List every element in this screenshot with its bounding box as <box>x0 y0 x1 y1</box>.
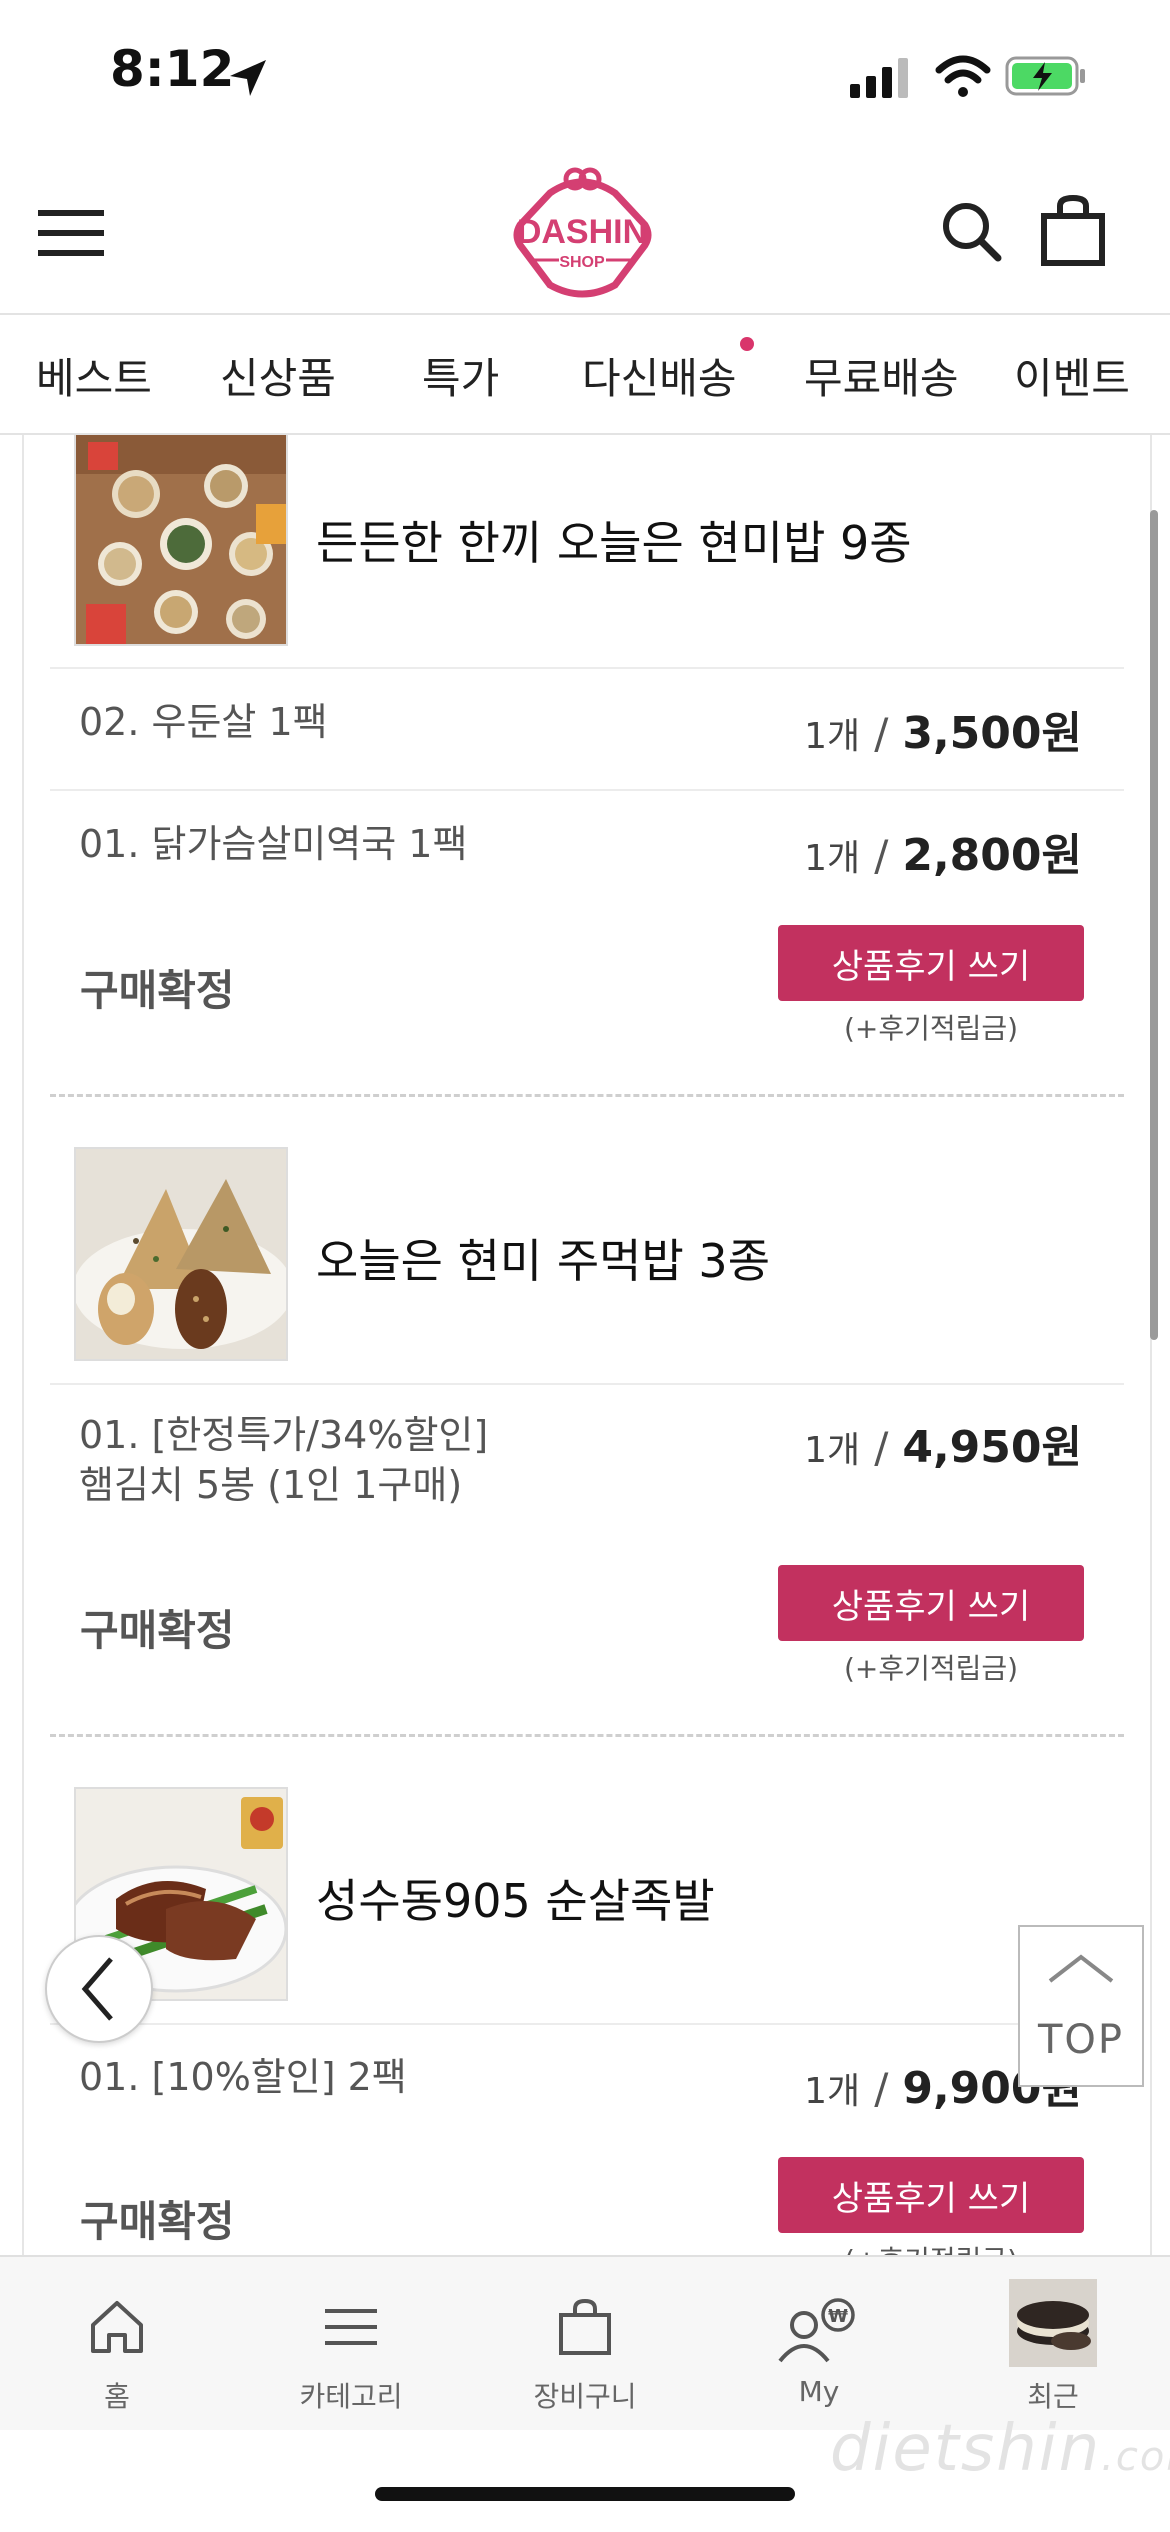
option-name-line2: 햄김치 5봉 (1인 1구매) <box>79 1463 463 1507</box>
tab-free-shipping[interactable]: 무료배송 <box>804 345 959 406</box>
tab-new[interactable]: 신상품 <box>220 345 336 406</box>
recent-product-thumbnail <box>1009 2279 1097 2367</box>
order-list: 든든한 한끼 오늘은 현미밥 9종 02. 우둔살 1팩 1개 / 3,500원 0… <box>22 435 1152 2255</box>
chevron-left-icon <box>81 1957 113 2021</box>
option-price: 1개 / 2,800원 <box>804 819 1082 883</box>
nav-home-label: 홈 <box>104 2380 130 2413</box>
option-amount: 3,500원 <box>902 708 1082 759</box>
back-button[interactable] <box>45 1935 153 2043</box>
tab-dashin-delivery[interactable]: 다신배송 <box>582 345 737 406</box>
review-reward-note: (+후기적립금) <box>843 1652 1019 1685</box>
nav-recent[interactable]: 최근 <box>936 2257 1170 2432</box>
option-amount: 2,800원 <box>902 830 1082 881</box>
item-divider <box>50 1383 1124 1385</box>
watermark-suffix: .com <box>1101 2434 1170 2480</box>
price-separator: / <box>874 1423 889 1472</box>
tab-event[interactable]: 이벤트 <box>1014 345 1130 406</box>
watermark: dietshin.com <box>830 2412 1170 2486</box>
home-indicator[interactable] <box>375 2487 795 2501</box>
option-price: 1개 / 4,950원 <box>804 1411 1082 1475</box>
nav-cart-label: 장비구니 <box>533 2380 637 2413</box>
purchase-confirmed-label: 구매확정 <box>80 2197 235 2246</box>
option-name: 01. [한정특가/34%할인] <box>79 1413 489 1457</box>
tab-best[interactable]: 베스트 <box>36 345 152 406</box>
battery-charging-icon <box>1005 56 1085 96</box>
location-arrow-icon <box>230 60 266 96</box>
review-reward-note: (+후기적립금) <box>778 2239 1084 2255</box>
wifi-icon <box>935 55 991 97</box>
order-separator <box>50 1734 1124 1737</box>
option-amount: 4,950원 <box>902 1422 1082 1473</box>
nav-home[interactable]: 홈 <box>0 2257 234 2432</box>
app-header: DASHIN SHOP <box>0 150 1170 315</box>
new-indicator-dot <box>740 337 754 351</box>
scrollbar[interactable] <box>1150 510 1158 1340</box>
option-name: 02. 우둔살 1팩 <box>79 700 328 744</box>
option-qty: 1개 <box>804 2071 861 2112</box>
top-label: TOP <box>1037 2017 1125 2063</box>
scroll-top-button[interactable]: TOP <box>1018 1925 1144 2087</box>
category-tabs: 베스트 신상품 특가 다신배송 무료배송 이벤트 <box>0 315 1170 435</box>
purchase-confirmed-label: 구매확정 <box>80 966 235 1015</box>
hamburger-menu-icon[interactable] <box>38 208 104 258</box>
option-name: 01. 닭가슴살미역국 1팩 <box>79 822 468 866</box>
item-divider <box>50 667 1124 669</box>
user-won-icon: ₩ <box>778 2298 855 2363</box>
price-separator: / <box>874 2064 889 2113</box>
shopping-bag-icon[interactable] <box>1040 194 1106 266</box>
write-review-button[interactable]: 상품후기 쓰기 <box>778 1565 1084 1641</box>
status-bar: 8:12 <box>0 0 1170 150</box>
bag-icon <box>559 2298 611 2355</box>
product-image[interactable] <box>74 1147 288 1361</box>
dashin-shop-logo[interactable]: DASHIN SHOP <box>505 165 660 305</box>
nav-my-label: My <box>798 2375 840 2408</box>
option-qty: 1개 <box>804 838 861 879</box>
product-title[interactable]: 든든한 한끼 오늘은 현미밥 9종 <box>316 507 912 573</box>
logo-subtext: SHOP <box>559 254 605 271</box>
status-time: 8:12 <box>110 40 235 98</box>
item-divider <box>50 2023 1124 2025</box>
write-review-button[interactable]: 상품후기 쓰기 <box>778 2157 1084 2233</box>
review-reward-note: (+후기적립금) <box>843 1012 1019 1045</box>
option-qty: 1개 <box>804 716 861 757</box>
nav-cart[interactable]: 장비구니 <box>468 2257 702 2432</box>
nav-recent-label: 최근 <box>1027 2380 1079 2413</box>
bottom-navigation: 홈 카테고리 장비구니 ₩ My 최근 <box>0 2255 1170 2430</box>
write-review-button[interactable]: 상품후기 쓰기 <box>778 925 1084 1001</box>
price-separator: / <box>874 709 889 758</box>
order-separator <box>50 1094 1124 1097</box>
nav-category-label: 카테고리 <box>299 2380 403 2413</box>
logo-text: DASHIN <box>517 213 647 251</box>
svg-text:₩: ₩ <box>828 2306 848 2327</box>
watermark-text: dietshin <box>830 2412 1102 2486</box>
purchase-confirmed-label: 구매확정 <box>80 1606 235 1655</box>
menu-icon <box>325 2309 377 2345</box>
nav-category[interactable]: 카테고리 <box>234 2257 468 2432</box>
price-separator: / <box>874 831 889 880</box>
tab-special[interactable]: 특가 <box>422 345 499 406</box>
product-image[interactable] <box>74 435 288 646</box>
option-name: 01. [10%할인] 2팩 <box>79 2055 407 2099</box>
product-title[interactable]: 성수동905 순살족발 <box>316 1865 715 1931</box>
item-divider <box>50 789 1124 791</box>
cellular-signal-icon <box>850 58 908 98</box>
home-icon <box>91 2301 143 2353</box>
option-price: 1개 / 3,500원 <box>804 697 1082 761</box>
chevron-up-icon <box>1048 1954 1114 1983</box>
option-qty: 1개 <box>804 1430 861 1471</box>
nav-my[interactable]: ₩ My <box>702 2257 936 2432</box>
product-title[interactable]: 오늘은 현미 주먹밥 3종 <box>316 1225 770 1291</box>
search-icon[interactable] <box>940 200 1002 262</box>
